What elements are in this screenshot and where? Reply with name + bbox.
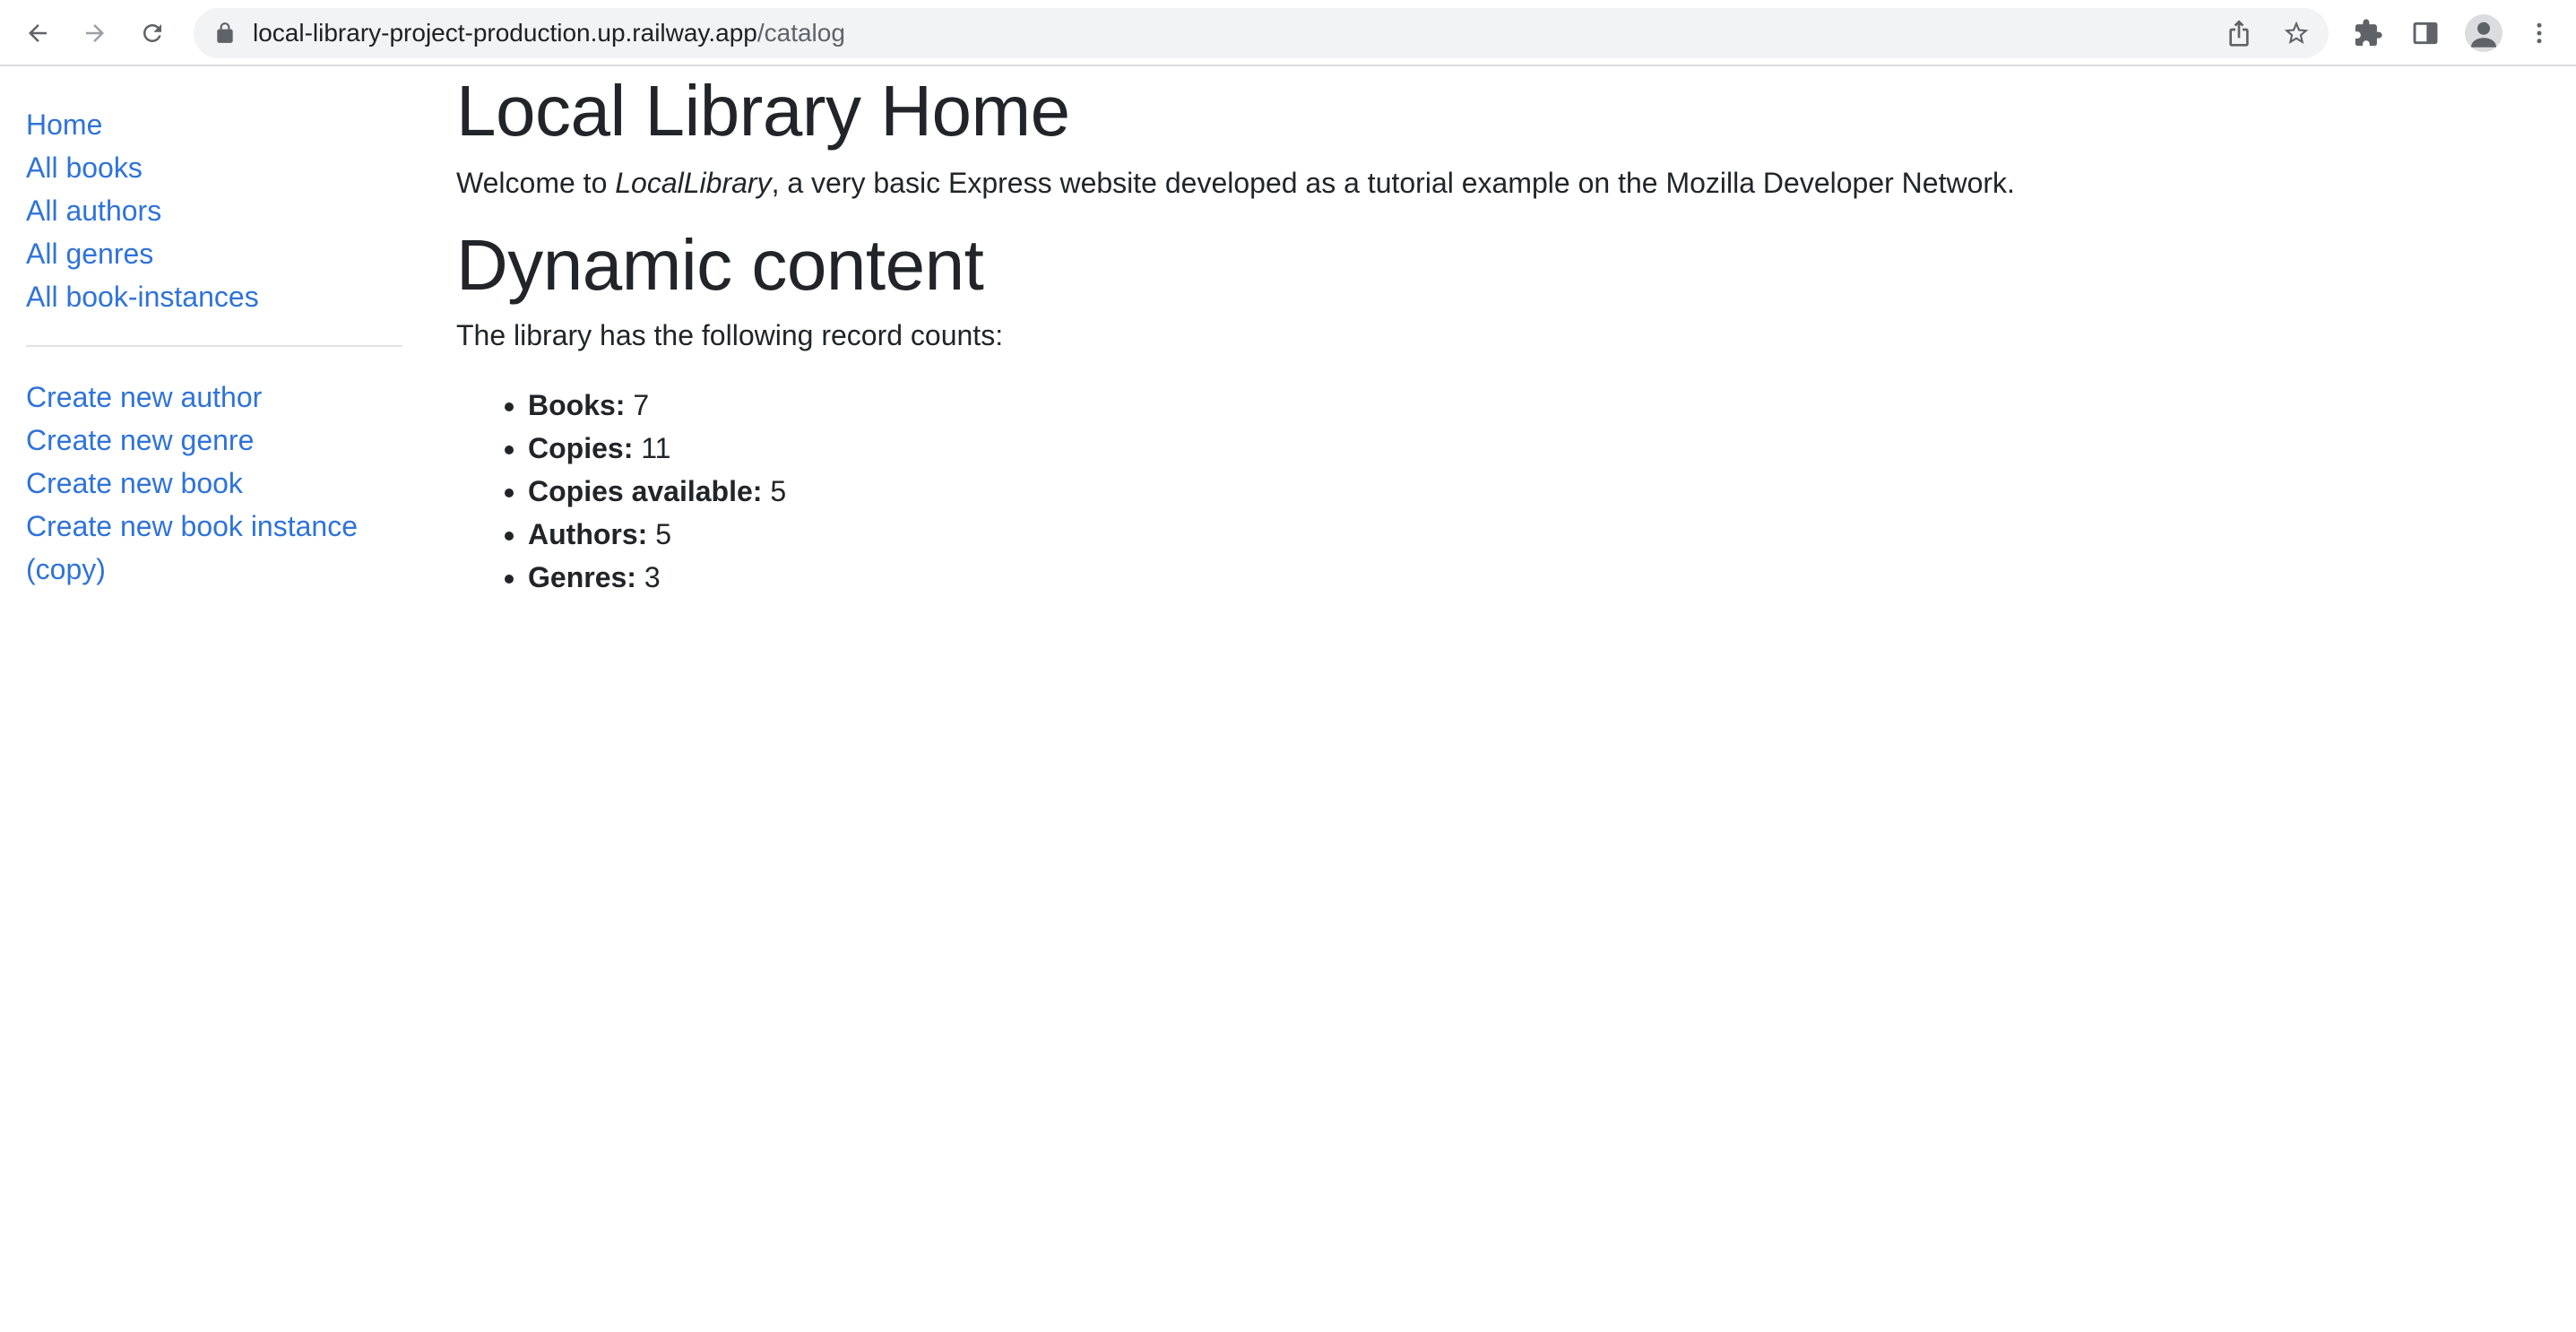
list-item: Books: 7	[528, 384, 2518, 427]
sidebar-divider	[26, 345, 402, 347]
list-item: Genres: 3	[528, 556, 2518, 599]
sidebar-link-home[interactable]: Home	[26, 103, 402, 146]
side-panel-icon[interactable]	[2409, 17, 2442, 49]
forward-arrow-icon[interactable]	[73, 12, 117, 55]
count-label: Authors:	[528, 518, 648, 550]
list-item: Authors: 5	[528, 513, 2518, 556]
lock-icon[interactable]	[213, 22, 237, 45]
profile-avatar-icon[interactable]	[2465, 14, 2503, 52]
record-counts-intro: The library has the following record cou…	[456, 319, 1004, 351]
welcome-brand: LocalLibrary	[615, 167, 772, 199]
record-counts-list: Books: 7 Copies: 11 Copies available: 5 …	[456, 384, 2518, 599]
count-value: 11	[641, 432, 671, 464]
address-bar[interactable]: local-library-project-production.up.rail…	[194, 8, 2329, 58]
count-value: 5	[770, 475, 787, 507]
reload-icon[interactable]	[131, 12, 174, 55]
sidebar-link-create-book[interactable]: Create new book	[26, 462, 402, 505]
main-content: Local Library Home Welcome to LocalLibra…	[456, 66, 2518, 599]
puzzle-icon[interactable]	[2352, 17, 2384, 49]
welcome-suffix: , a very basic Express website developed…	[771, 167, 2015, 199]
sidebar-link-all-genres[interactable]: All genres	[26, 232, 402, 275]
list-item: Copies available: 5	[528, 470, 2518, 513]
sidebar-link-create-author[interactable]: Create new author	[26, 376, 402, 419]
share-icon[interactable]	[2225, 19, 2253, 48]
count-label: Copies available:	[528, 475, 763, 507]
sidebar-link-all-book-instances[interactable]: All book-instances	[26, 275, 402, 318]
welcome-text: Welcome to LocalLibrary, a very basic Ex…	[456, 161, 2518, 204]
count-value: 7	[633, 389, 650, 421]
back-arrow-icon[interactable]	[16, 12, 59, 55]
browser-toolbar: local-library-project-production.up.rail…	[0, 0, 2576, 66]
kebab-menu-icon[interactable]	[2526, 17, 2553, 49]
sidebar-link-create-book-instance[interactable]: Create new book instance (copy)	[26, 505, 402, 591]
page-title: Local Library Home	[456, 71, 1070, 151]
count-value: 5	[655, 518, 671, 550]
url-text[interactable]: local-library-project-production.up.rail…	[253, 8, 845, 58]
count-value: 3	[644, 561, 661, 593]
url-path: /catalog	[756, 19, 845, 47]
sidebar-link-create-genre[interactable]: Create new genre	[26, 419, 402, 462]
count-label: Copies:	[528, 432, 634, 464]
count-label: Books:	[528, 389, 626, 421]
welcome-prefix: Welcome to	[456, 167, 616, 199]
sidebar-nav: Home All books All authors All genres Al…	[26, 103, 402, 591]
list-item: Copies: 11	[528, 427, 2518, 470]
url-host: local-library-project-production.up.rail…	[253, 19, 757, 47]
count-label: Genres:	[528, 561, 636, 593]
star-icon[interactable]	[2282, 19, 2311, 48]
sidebar-link-all-books[interactable]: All books	[26, 146, 402, 189]
sidebar-link-all-authors[interactable]: All authors	[26, 189, 402, 232]
dynamic-content-heading: Dynamic content	[456, 225, 984, 305]
